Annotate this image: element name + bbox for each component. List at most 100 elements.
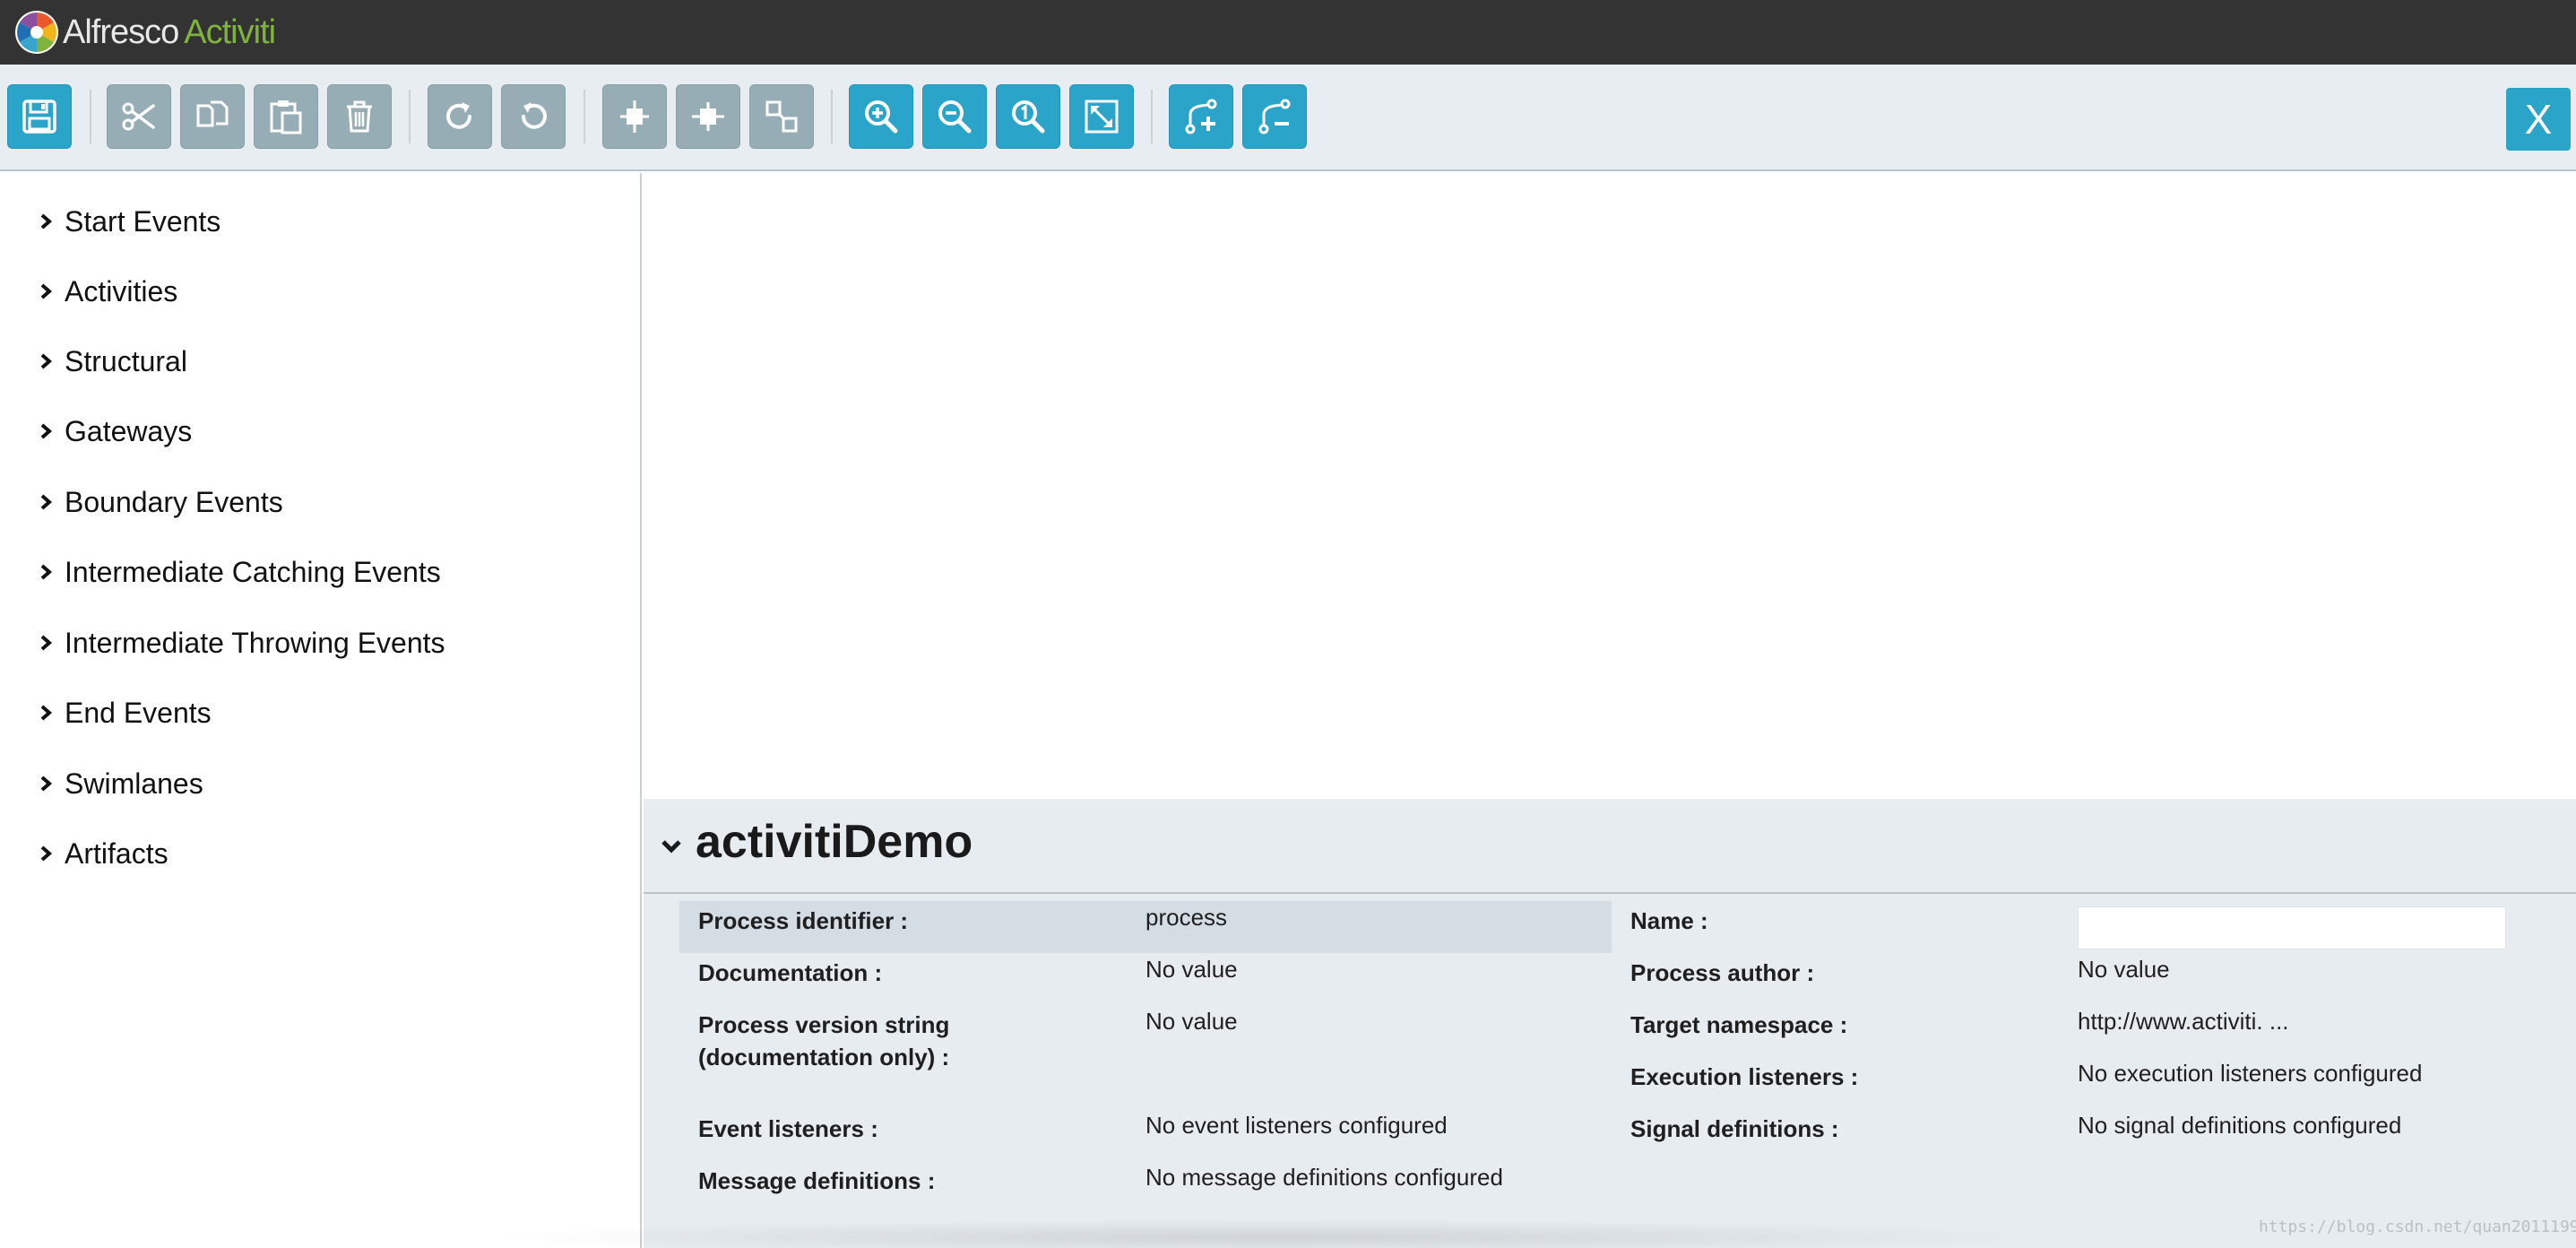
toolbar-separator [1151, 90, 1153, 143]
palette-group-label: Structural [65, 344, 187, 377]
palette-group-swimlanes[interactable]: Swimlanes [36, 758, 203, 809]
align-horizontal-button[interactable] [602, 84, 667, 149]
palette-group-label: End Events [65, 696, 212, 729]
palette-group-label: Gateways [65, 414, 193, 447]
editor-toolbar: X [0, 65, 2576, 171]
zoom-actual-button[interactable] [996, 84, 1060, 149]
zoom-out-icon [938, 100, 972, 134]
chevron-right-icon [36, 703, 56, 723]
palette-group-label: Boundary Events [65, 485, 283, 518]
logo-alfresco-text: Alfresco [63, 13, 179, 51]
palette-group-intermediate-throwing-events[interactable]: Intermediate Throwing Events [36, 618, 445, 668]
zoom-actual-icon [1012, 100, 1045, 134]
palette-group-label: Swimlanes [65, 767, 203, 800]
same-size-button[interactable] [749, 84, 814, 149]
properties-panel: activitiDemo Process identifier : proces… [644, 799, 2576, 1248]
execution-listeners-value[interactable]: No execution listeners configured [2078, 1057, 2422, 1089]
toolbar-separator [409, 90, 411, 143]
message-definitions-label: Message definitions : [698, 1167, 936, 1194]
chevron-right-icon [36, 492, 56, 512]
signal-definitions-value[interactable]: No signal definitions configured [2078, 1109, 2401, 1141]
toolbar-separator [583, 90, 585, 143]
trash-icon [347, 100, 372, 133]
paste-icon [270, 100, 302, 134]
process-author-label: Process author : [1630, 959, 1815, 986]
copy-button[interactable] [180, 84, 245, 149]
process-author-value[interactable]: No value [2078, 953, 2170, 985]
same-size-icon [765, 100, 798, 133]
chevron-right-icon [36, 844, 56, 863]
watermark: https://blog.csdn.net/quan20111992 [2259, 1218, 2576, 1236]
chevron-right-icon [36, 421, 56, 441]
palette-group-label: Activities [65, 274, 178, 308]
event-listeners-label: Event listeners : [698, 1115, 878, 1142]
name-label: Name : [1630, 907, 1708, 934]
target-namespace-label: Target namespace : [1630, 1011, 1848, 1038]
redo-icon [446, 102, 471, 129]
name-input[interactable] [2078, 906, 2506, 949]
palette-group-structural[interactable]: Structural [36, 336, 187, 386]
palette-group-artifacts[interactable]: Artifacts [36, 828, 169, 879]
documentation-label: Documentation : [698, 959, 883, 986]
palette-group-start-events[interactable]: Start Events [36, 196, 220, 247]
properties-header[interactable]: activitiDemo [644, 799, 2576, 894]
chevron-right-icon [36, 774, 56, 793]
copy-icon [196, 100, 229, 127]
process-version-label: Process version string [698, 1011, 950, 1038]
palette-group-label: Start Events [65, 204, 221, 238]
signal-definitions-label: Signal definitions : [1630, 1115, 1839, 1142]
event-listeners-value[interactable]: No event listeners configured [1145, 1109, 1448, 1141]
save-icon [22, 100, 56, 134]
remove-bendpoint-button[interactable] [1242, 84, 1307, 149]
zoom-in-icon [865, 100, 898, 134]
zoom-out-button[interactable] [922, 84, 987, 149]
toolbar-separator [831, 90, 833, 143]
add-bendpoint-icon [1185, 99, 1217, 134]
align-vertical-button[interactable] [676, 84, 740, 149]
process-identifier-label: Process identifier : [698, 907, 909, 934]
palette-group-label: Intermediate Throwing Events [65, 626, 445, 659]
chevron-right-icon [36, 351, 56, 371]
target-namespace-value[interactable]: http://www.activiti. ... [2078, 1005, 2289, 1037]
alfresco-flower-icon [15, 11, 58, 54]
panel-shadow [484, 1219, 2062, 1248]
toolbar-separator [90, 90, 91, 143]
palette-group-boundary-events[interactable]: Boundary Events [36, 477, 283, 527]
remove-bendpoint-icon [1258, 99, 1291, 134]
delete-button[interactable] [327, 84, 392, 149]
chevron-right-icon [36, 562, 56, 582]
process-version-value[interactable]: No value [1145, 1005, 1238, 1037]
scissors-icon [122, 102, 155, 131]
paste-button[interactable] [254, 84, 318, 149]
redo-button[interactable] [428, 84, 492, 149]
add-bendpoint-button[interactable] [1169, 84, 1233, 149]
execution-listeners-label: Execution listeners : [1630, 1063, 1859, 1090]
cut-button[interactable] [107, 84, 171, 149]
documentation-value[interactable]: No value [1145, 953, 1238, 985]
palette-group-gateways[interactable]: Gateways [36, 406, 192, 456]
palette-group-intermediate-catching-events[interactable]: Intermediate Catching Events [36, 547, 441, 597]
undo-icon [522, 102, 547, 129]
palette-group-label: Intermediate Catching Events [65, 555, 441, 588]
align-vertical-icon [692, 102, 724, 131]
undo-button[interactable] [501, 84, 566, 149]
alfresco-activiti-logo: Alfresco Activiti [14, 7, 276, 57]
palette-group-end-events[interactable]: End Events [36, 688, 212, 738]
chevron-right-icon [36, 212, 56, 231]
top-navbar: Alfresco Activiti [0, 0, 2576, 65]
process-title: activitiDemo [696, 816, 973, 868]
zoom-fit-button[interactable] [1069, 84, 1134, 149]
chevron-right-icon [36, 633, 56, 653]
process-version-label-line2: (documentation only) : [698, 1044, 950, 1070]
zoom-in-button[interactable] [849, 84, 913, 149]
palette-group-activities[interactable]: Activities [36, 266, 177, 316]
diagram-canvas[interactable] [644, 173, 2576, 799]
chevron-down-icon [661, 840, 681, 854]
message-definitions-value[interactable]: No message definitions configured [1145, 1161, 1503, 1193]
chevron-right-icon [36, 282, 56, 301]
palette-group-label: Artifacts [65, 836, 169, 870]
close-button[interactable]: X [2506, 88, 2571, 151]
align-horizontal-icon [620, 100, 649, 133]
save-button[interactable] [7, 84, 72, 149]
process-identifier-value[interactable]: process [1145, 901, 1227, 933]
